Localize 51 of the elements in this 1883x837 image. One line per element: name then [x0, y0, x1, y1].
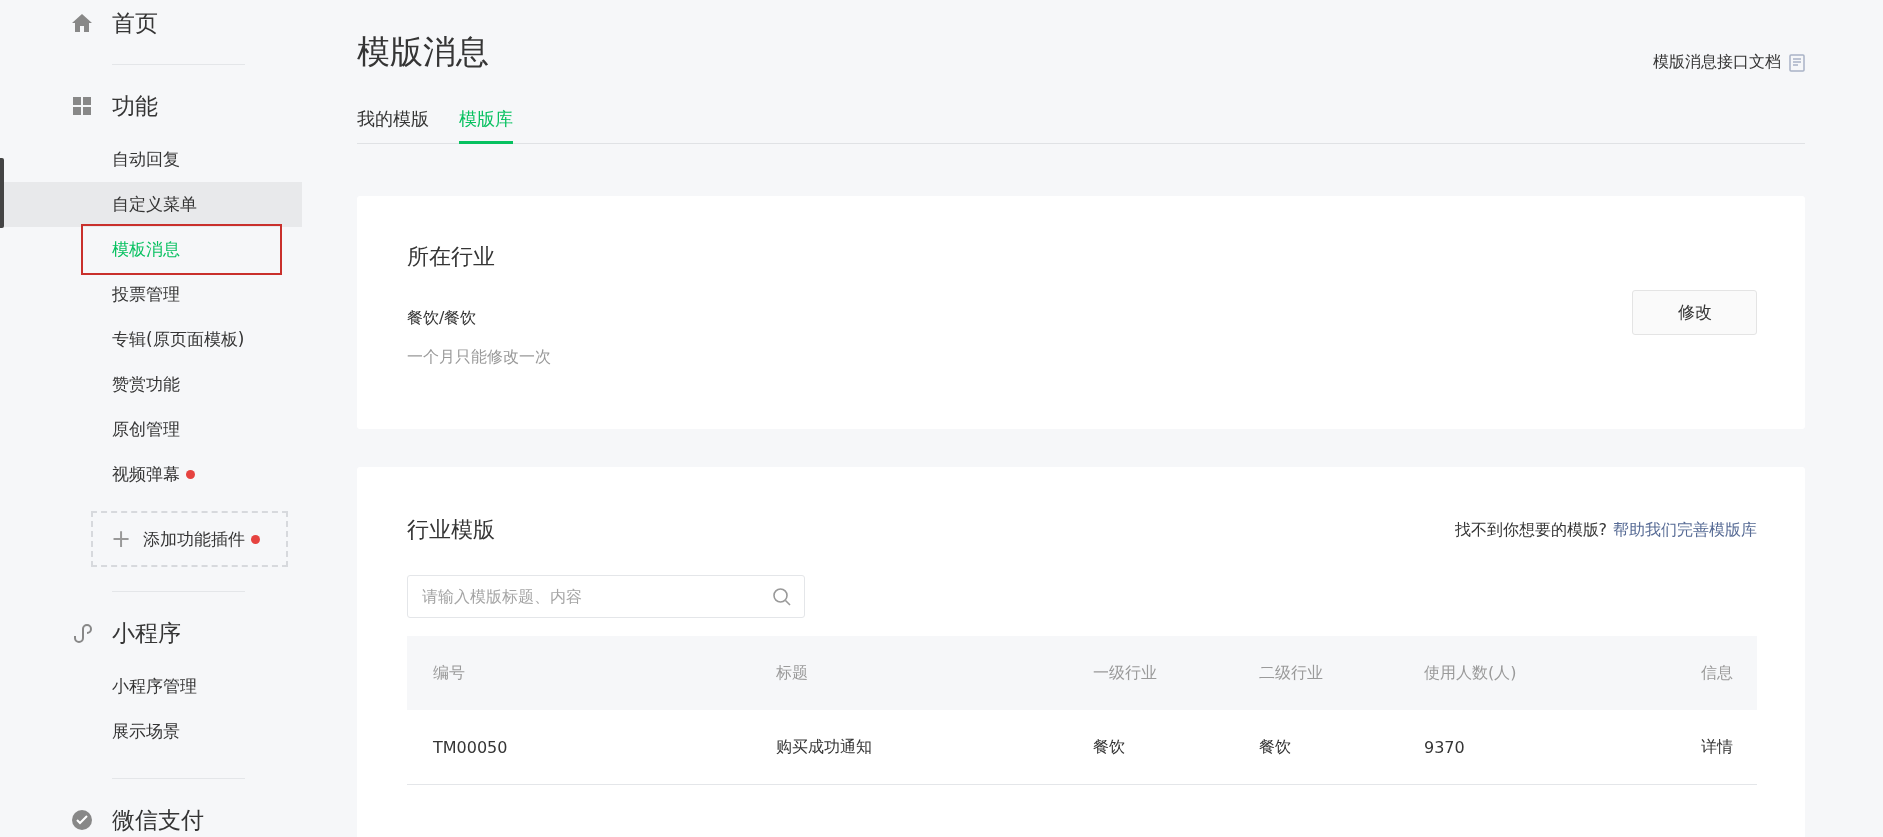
sidebar-item-row[interactable]: 视频弹幕 — [0, 452, 302, 497]
sidebar-item[interactable]: 自定义菜单 — [112, 193, 197, 216]
table-cell-text: 9370 — [1424, 737, 1466, 757]
table-cell-text: TM00050 — [433, 737, 509, 757]
column-header: 编号 — [433, 662, 466, 684]
table-cell-text: 购买成功通知 — [776, 736, 873, 758]
search-icon[interactable] — [772, 586, 792, 607]
scroll-thumb — [0, 158, 4, 228]
sidebar-item[interactable]: 原创管理 — [112, 418, 180, 441]
table-cell-text: 餐饮 — [1093, 736, 1126, 758]
doc-link[interactable]: 模版消息接口文档 — [1653, 52, 1805, 73]
sidebar-item-row[interactable]: 赞赏功能 — [0, 362, 302, 407]
edit-button[interactable]: 修改 — [1632, 290, 1757, 335]
column-header: 二级行业 — [1259, 662, 1324, 684]
industry-value: 餐饮/餐饮 — [407, 308, 478, 329]
table-cell-text: 餐饮 — [1259, 736, 1292, 758]
search-input[interactable]: 请输入模版标题、内容 — [420, 586, 772, 607]
sidebar-item[interactable]: 视频弹幕 — [112, 463, 180, 486]
home-icon — [70, 11, 94, 35]
sidebar-item-row[interactable]: 自动回复 — [0, 137, 302, 182]
sidebar-item[interactable]: 自动回复 — [112, 148, 180, 171]
sidebar-item-row[interactable]: 投票管理 — [0, 272, 302, 317]
card-title: 所在行业 — [407, 243, 496, 271]
column-header: 使用人数(人) — [1424, 662, 1518, 684]
sidebar-item[interactable]: 专辑(原页面模板) — [112, 328, 245, 351]
sidebar-item[interactable]: 展示场景 — [112, 720, 180, 743]
industry-note: 一个月只能修改一次 — [407, 347, 551, 368]
sidebar-item-row[interactable]: 展示场景 — [0, 709, 302, 754]
page-title: 模版消息 — [357, 31, 489, 73]
sidebar-item[interactable]: 赞赏功能 — [112, 373, 180, 396]
sidebar-item-row[interactable]: 专辑(原页面模板) — [0, 317, 302, 362]
card-title: 行业模版 — [407, 516, 495, 544]
hint-text: 找不到你想要的模版? — [1454, 519, 1607, 541]
tab[interactable]: 我的模版 — [357, 107, 429, 144]
sidebar-item-row[interactable]: 小程序管理 — [0, 664, 302, 709]
section-title[interactable]: 功能 — [112, 90, 158, 122]
column-header: 标题 — [776, 662, 809, 684]
sidebar-item-row[interactable]: 原创管理 — [0, 407, 302, 452]
section-title[interactable]: 微信支付 — [112, 804, 204, 836]
details-link[interactable]: 详情 — [1701, 736, 1733, 758]
sidebar-item[interactable]: 小程序管理 — [112, 675, 197, 698]
column-header: 信息 — [1701, 662, 1733, 684]
help-link[interactable]: 帮助我们完善模版库 — [1613, 519, 1757, 541]
document-icon[interactable] — [1789, 53, 1805, 72]
section-title[interactable]: 首页 — [112, 7, 158, 39]
column-header: 一级行业 — [1093, 662, 1158, 684]
sidebar-item[interactable]: 投票管理 — [112, 283, 180, 306]
search-field[interactable]: 请输入模版标题、内容 — [407, 575, 805, 618]
section-title[interactable]: 小程序 — [112, 617, 181, 649]
add-plugin-button[interactable]: + 添加功能插件 — [91, 511, 288, 567]
grid-icon — [70, 94, 94, 118]
